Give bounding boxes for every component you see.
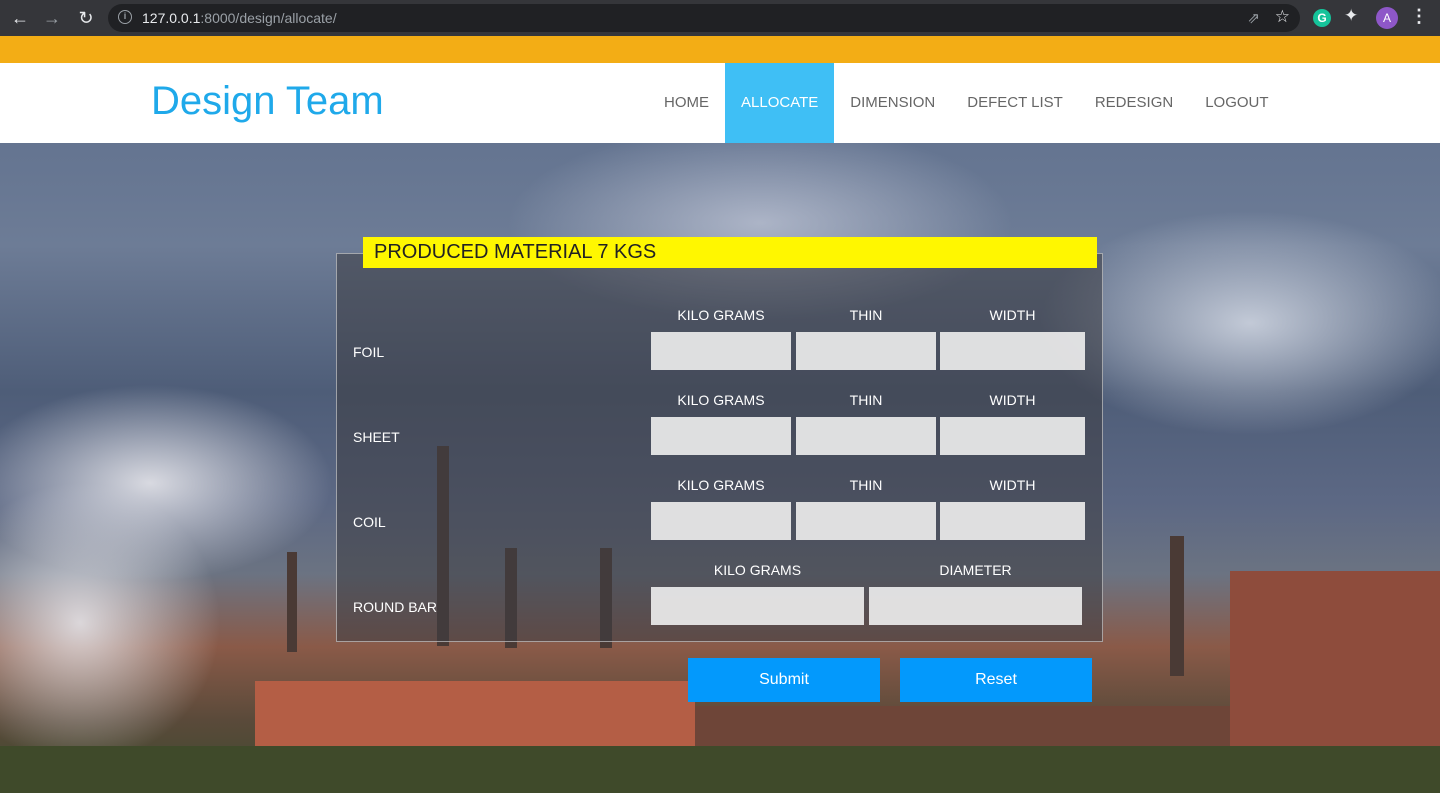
sheet-row-label: SHEET xyxy=(353,429,400,445)
foil-width-label: WIDTH xyxy=(989,307,1036,323)
foil-kilograms-input[interactable] xyxy=(651,332,791,370)
back-icon[interactable]: ← xyxy=(8,6,32,30)
extensions-puzzle-icon[interactable]: ✦ xyxy=(1344,6,1358,26)
site-navbar: Design Team HOME ALLOCATE DIMENSION DEFE… xyxy=(0,63,1440,143)
page: Design Team HOME ALLOCATE DIMENSION DEFE… xyxy=(0,36,1440,793)
reset-button[interactable]: Reset xyxy=(900,658,1092,702)
nav-redesign[interactable]: REDESIGN xyxy=(1079,63,1189,143)
coil-kilograms-input[interactable] xyxy=(651,502,791,540)
accent-top-bar xyxy=(0,36,1440,63)
nav-home[interactable]: HOME xyxy=(648,63,725,143)
nav-defect-list[interactable]: DEFECT LIST xyxy=(951,63,1079,143)
bookmark-star-icon[interactable]: ☆ xyxy=(1275,7,1290,27)
sheet-kilograms-input[interactable] xyxy=(651,417,791,455)
brand-title[interactable]: Design Team xyxy=(151,79,384,124)
roundbar-kilograms-input[interactable] xyxy=(651,587,864,625)
coil-kilograms-label: KILO GRAMS xyxy=(677,477,765,493)
nav-logout[interactable]: LOGOUT xyxy=(1189,63,1284,143)
nav-allocate[interactable]: ALLOCATE xyxy=(725,63,835,143)
chimney-decoration xyxy=(287,552,297,652)
forward-icon[interactable]: → xyxy=(40,6,64,30)
sheet-thin-label: THIN xyxy=(849,392,883,408)
sheet-thin-input[interactable] xyxy=(796,417,936,455)
roundbar-row-label: ROUND BAR xyxy=(353,599,438,615)
foil-thin-label: THIN xyxy=(849,307,883,323)
form-title: PRODUCED MATERIAL 7 KGS xyxy=(363,237,1097,268)
sheet-kilograms-label: KILO GRAMS xyxy=(677,392,765,408)
chimney-decoration xyxy=(1170,536,1184,676)
share-icon[interactable]: ⇗ xyxy=(1247,9,1260,27)
browser-menu-icon[interactable]: ⋮ xyxy=(1410,6,1428,27)
roundbar-kilograms-label: KILO GRAMS xyxy=(713,562,802,578)
address-bar[interactable]: i 127.0.0.1:8000/design/allocate/ ⇗ ☆ xyxy=(108,4,1300,32)
ground-decoration xyxy=(0,746,1440,793)
foil-width-input[interactable] xyxy=(940,332,1085,370)
grammarly-extension-icon[interactable]: G xyxy=(1313,9,1331,27)
submit-button[interactable]: Submit xyxy=(688,658,880,702)
foil-kilograms-label: KILO GRAMS xyxy=(677,307,765,323)
sheet-width-label: WIDTH xyxy=(989,392,1036,408)
foil-thin-input[interactable] xyxy=(796,332,936,370)
main-menu: HOME ALLOCATE DIMENSION DEFECT LIST REDE… xyxy=(648,63,1285,143)
browser-toolbar: ← → ↻ i 127.0.0.1:8000/design/allocate/ … xyxy=(0,0,1440,36)
roundbar-diameter-label: DIAMETER xyxy=(939,562,1012,578)
coil-row-label: COIL xyxy=(353,514,386,530)
url-text[interactable]: 127.0.0.1:8000/design/allocate/ xyxy=(142,10,337,26)
reload-icon[interactable]: ↻ xyxy=(74,6,98,30)
coil-thin-label: THIN xyxy=(849,477,883,493)
roundbar-diameter-input[interactable] xyxy=(869,587,1082,625)
profile-avatar[interactable]: A xyxy=(1376,7,1398,29)
nav-dimension[interactable]: DIMENSION xyxy=(834,63,951,143)
coil-width-label: WIDTH xyxy=(989,477,1036,493)
site-info-icon[interactable]: i xyxy=(118,10,132,24)
sheet-width-input[interactable] xyxy=(940,417,1085,455)
coil-thin-input[interactable] xyxy=(796,502,936,540)
coil-width-input[interactable] xyxy=(940,502,1085,540)
foil-row-label: FOIL xyxy=(353,344,385,360)
